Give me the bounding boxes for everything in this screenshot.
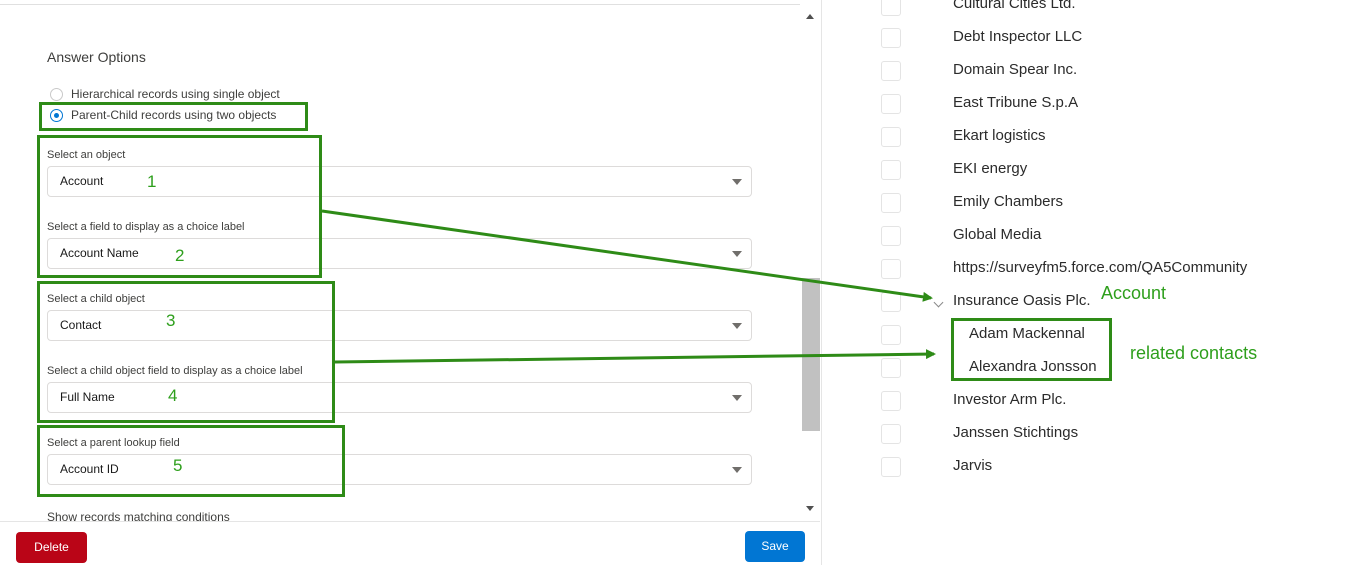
row-checkbox[interactable]: [881, 292, 901, 312]
highlight-fields-3-4: [37, 281, 335, 423]
list-item: EKI energy: [953, 160, 1028, 177]
list-item: East Tribune S.p.A: [953, 94, 1079, 111]
list-item: https://surveyfm5.force.com/QA5Community: [953, 259, 1248, 276]
list-item: Emily Chambers: [953, 193, 1064, 210]
panel-top-border: [0, 4, 800, 5]
list-item: Janssen Stichtings: [953, 424, 1079, 441]
chevron-down-icon[interactable]: [933, 297, 944, 308]
highlight-radio: [39, 102, 308, 131]
list-item: Domain Spear Inc.: [953, 61, 1078, 78]
section-title: Answer Options: [47, 49, 146, 65]
row-checkbox[interactable]: [881, 259, 901, 279]
caret-down-icon: [732, 323, 742, 329]
delete-button[interactable]: Delete: [16, 532, 87, 563]
caret-down-icon: [732, 395, 742, 401]
caret-down-icon: [732, 179, 742, 185]
radio-hierarchical[interactable]: Hierarchical records using single object: [50, 87, 280, 101]
row-checkbox[interactable]: [881, 325, 901, 345]
row-checkbox[interactable]: [881, 127, 901, 147]
row-checkbox[interactable]: [881, 226, 901, 246]
row-checkbox[interactable]: [881, 358, 901, 378]
row-checkbox[interactable]: [881, 160, 901, 180]
radio-label: Hierarchical records using single object: [71, 87, 280, 101]
highlight-related-contacts: [951, 318, 1112, 381]
row-checkbox[interactable]: [881, 193, 901, 213]
list-item: Jarvis: [953, 457, 993, 474]
annotation-related-contacts: related contacts: [1130, 343, 1258, 363]
list-item: Cultural Cities Ltd.: [953, 0, 1076, 12]
list-item: Ekart logistics: [953, 127, 1046, 144]
scroll-down-arrow-icon[interactable]: [806, 506, 814, 511]
save-button[interactable]: Save: [745, 531, 805, 562]
scroll-up-arrow-icon[interactable]: [806, 14, 814, 19]
footer-bar: Delete Save: [0, 521, 820, 565]
answer-options-panel: Answer Options Hierarchical records usin…: [0, 0, 822, 565]
scrollbar[interactable]: [802, 8, 820, 518]
list-item: Global Media: [953, 226, 1042, 243]
radio-button[interactable]: [50, 87, 63, 101]
row-checkbox[interactable]: [881, 391, 901, 411]
highlight-field-5: [37, 425, 345, 497]
list-item: Investor Arm Plc.: [953, 391, 1067, 408]
annotation-account: Account: [1101, 283, 1167, 303]
scroll-thumb[interactable]: [802, 278, 820, 431]
row-checkbox[interactable]: [881, 61, 901, 81]
caret-down-icon: [732, 251, 742, 257]
row-checkbox[interactable]: [881, 28, 901, 48]
list-item: Debt Inspector LLC: [953, 28, 1083, 45]
row-checkbox[interactable]: [881, 457, 901, 477]
preview-panel: Cultural Cities Ltd. Debt Inspector LLC …: [822, 0, 1351, 565]
screenshot-root: Answer Options Hierarchical records usin…: [0, 0, 1351, 565]
row-checkbox[interactable]: [881, 424, 901, 444]
row-checkbox[interactable]: [881, 94, 901, 114]
highlight-fields-1-2: [37, 135, 322, 278]
row-checkbox[interactable]: [881, 0, 901, 16]
caret-down-icon: [732, 467, 742, 473]
list-item-expanded: Insurance Oasis Plc.: [953, 292, 1091, 309]
